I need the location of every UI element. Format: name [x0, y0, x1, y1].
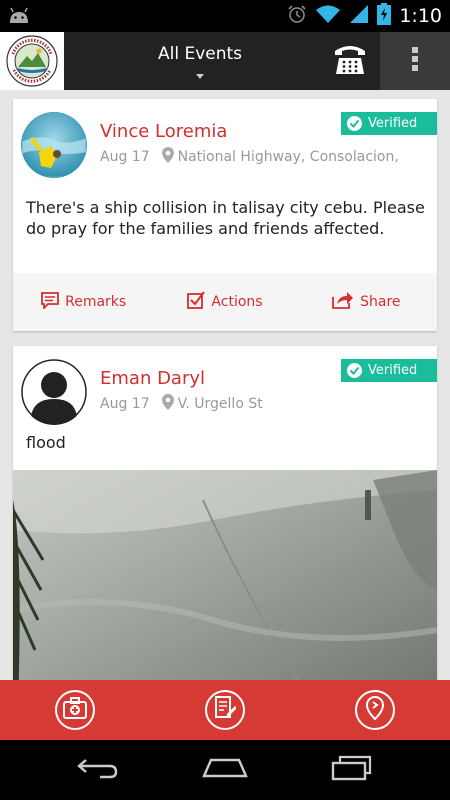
back-icon[interactable] [76, 756, 120, 784]
page-title: All Events [157, 44, 243, 64]
report-document-icon [214, 696, 237, 724]
recent-apps-icon[interactable] [330, 755, 374, 785]
share-button[interactable]: Share [296, 291, 437, 313]
verified-label: Verified [368, 363, 418, 378]
post-location: V. Urgello St [177, 396, 263, 412]
avatar[interactable] [21, 112, 87, 178]
status-time: 1:10 [399, 5, 442, 27]
verified-badge: Verified [341, 112, 437, 135]
actions-label: Actions [211, 294, 263, 310]
location-pin-icon [365, 695, 385, 724]
chevron-down-icon [196, 74, 204, 79]
post-meta: Aug 17 National Highway, Consolacion, [100, 147, 399, 167]
share-icon [332, 291, 354, 313]
event-card[interactable]: Vince Loremia Aug 17 National Highway, C… [13, 99, 437, 331]
bottom-action-bar [0, 680, 450, 740]
post-text: There's a ship collision in talisay city… [26, 198, 425, 238]
post-actions: Remarks Actions Share [13, 273, 437, 331]
overflow-menu-button[interactable] [380, 32, 450, 90]
post-date: Aug 17 [100, 149, 150, 165]
status-bar: 1:10 [0, 0, 450, 32]
post-author[interactable]: Eman Daryl [100, 368, 205, 389]
signal-icon [349, 4, 369, 28]
overflow-menu-icon [411, 45, 419, 77]
events-feed[interactable]: Vince Loremia Aug 17 National Highway, C… [0, 90, 450, 680]
action-bar: All Events [0, 32, 450, 90]
phone-keypad-icon [333, 42, 367, 80]
share-label: Share [360, 294, 401, 310]
remarks-label: Remarks [65, 294, 127, 310]
comment-icon [41, 291, 60, 313]
home-icon[interactable] [201, 756, 249, 784]
post-author[interactable]: Vince Loremia [100, 121, 227, 142]
checkbox-icon [187, 291, 206, 313]
android-icon [8, 6, 30, 28]
event-card[interactable]: Eman Daryl Aug 17 V. Urgello St Verified… [13, 346, 437, 680]
check-circle-icon [347, 363, 362, 378]
post-text: flood [26, 433, 66, 452]
wifi-icon [315, 4, 341, 28]
avatar[interactable] [21, 359, 87, 425]
alarm-icon [287, 4, 307, 28]
emergency-button[interactable] [55, 690, 95, 730]
post-meta: Aug 17 V. Urgello St [100, 394, 263, 414]
post-photo[interactable] [13, 470, 437, 680]
phone-button[interactable] [320, 32, 380, 90]
first-aid-kit-icon [63, 697, 87, 723]
check-circle-icon [347, 116, 362, 131]
post-location: National Highway, Consolacion, [177, 149, 399, 165]
battery-charging-icon [377, 3, 392, 29]
remarks-button[interactable]: Remarks [13, 291, 154, 313]
report-button[interactable] [205, 690, 245, 730]
actions-button[interactable]: Actions [154, 291, 295, 313]
events-filter-dropdown[interactable]: All Events [120, 32, 280, 90]
system-nav-bar [0, 740, 450, 800]
verified-label: Verified [368, 116, 418, 131]
verified-badge: Verified [341, 359, 437, 382]
map-pin-icon [161, 147, 174, 167]
post-date: Aug 17 [100, 396, 150, 412]
seal-logo[interactable] [0, 32, 64, 90]
map-pin-icon [161, 394, 174, 414]
location-button[interactable] [355, 690, 395, 730]
